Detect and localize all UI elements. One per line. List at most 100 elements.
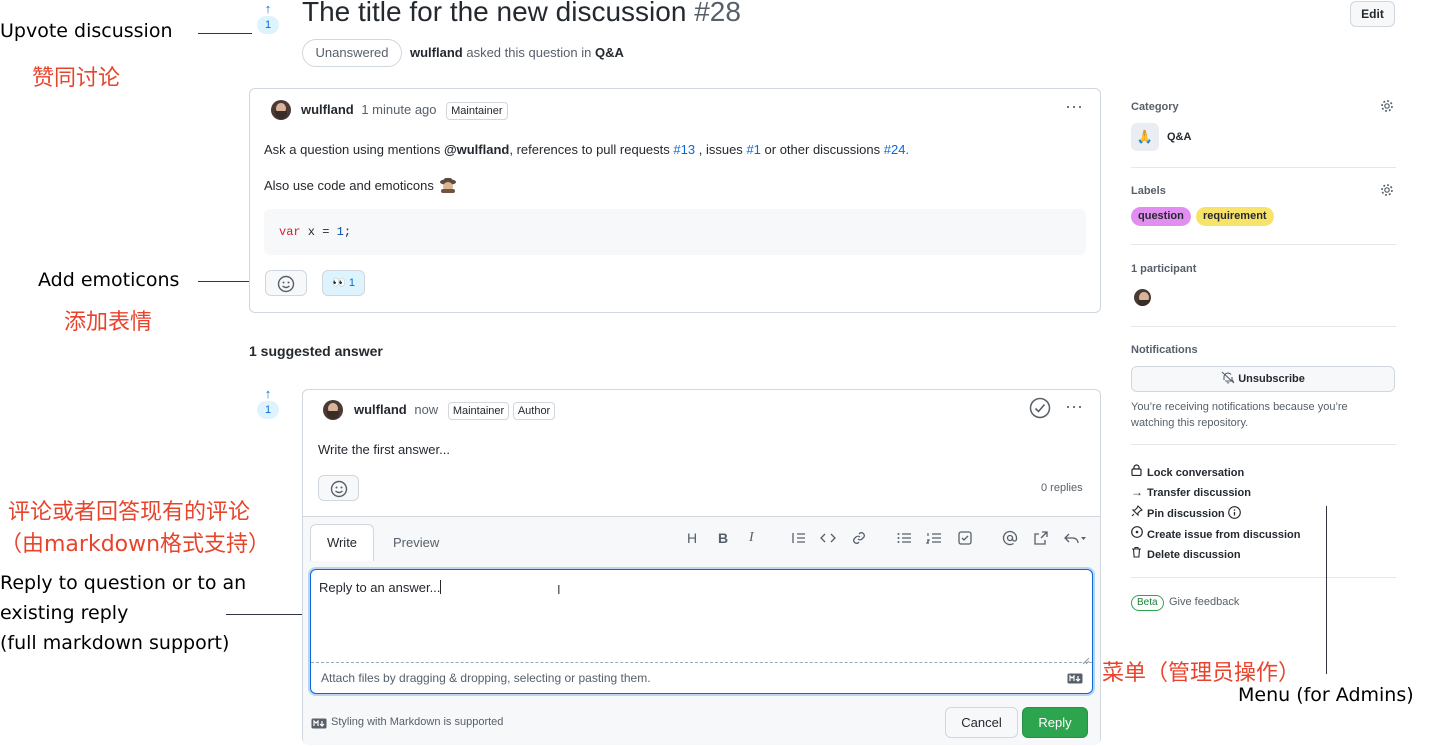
attach-divider [311,662,1092,663]
add-reaction-button[interactable] [265,270,307,296]
delete-discussion-item[interactable]: Delete discussion [1131,546,1241,561]
annotation-pointer [1326,506,1327,674]
code-keyword: var [279,225,301,239]
discussion-post [249,88,1101,313]
reaction-eyes-button[interactable]: 👀 1 [322,270,365,296]
markdown-icon [1067,672,1083,687]
replies-count: 0 replies [1041,482,1083,494]
reply-button[interactable]: Reply [1022,707,1088,738]
gear-icon [1381,100,1393,112]
post-author[interactable]: wulfland [301,102,354,117]
reply-textarea[interactable]: Reply to an answer... I Attach files by … [310,569,1093,694]
cancel-button[interactable]: Cancel [945,707,1018,738]
code-icon [820,533,836,543]
avatar[interactable] [323,400,343,420]
quote-icon [792,533,805,543]
post-header: wulfland 1 minute ago Maintainer [301,102,508,120]
author-link[interactable]: wulfland [410,45,463,60]
category-settings-button[interactable] [1380,99,1394,113]
post-time[interactable]: 1 minute ago [361,102,436,117]
issue-link[interactable]: #1 [746,142,760,157]
annotation-menu-cn: 菜单（管理员操作） [1102,661,1301,686]
lock-conversation-item[interactable]: Lock conversation [1131,464,1244,479]
link-icon [853,532,865,544]
maintainer-badge: Maintainer [446,102,508,120]
annotation-comment-cn: （由markdown格式支持） [0,532,271,557]
labels-heading: Labels [1131,185,1166,197]
quote-button[interactable] [791,530,807,549]
code-line: var x = 1; [279,225,351,239]
avatar[interactable] [271,100,291,120]
menu-label: Create issue from discussion [1147,529,1301,541]
label-requirement[interactable]: requirement [1196,207,1274,226]
discussion-link[interactable]: #24. [884,142,909,157]
bell-slash-icon [1221,371,1235,384]
mention-icon [1002,530,1018,546]
attach-hint[interactable]: Attach files by dragging & dropping, sel… [321,671,651,685]
code-button[interactable] [820,530,836,549]
answer-body: Write the first answer... [318,442,450,457]
tab-write[interactable]: Write [310,524,374,561]
upvote-count: 1 [257,401,279,419]
saved-replies-button[interactable] [1063,530,1087,549]
resize-handle-icon[interactable] [1082,653,1090,668]
code-text: ; [343,225,352,239]
smiley-icon [330,480,347,498]
post-text: , issues [698,142,743,157]
pr-link[interactable]: #13 [673,142,695,157]
markdown-note[interactable]: Styling with Markdown is supported [331,716,503,728]
reply-textarea-value: Reply to an answer... [319,580,442,595]
upvote-discussion-button[interactable]: ↑ 1 [256,2,280,34]
detective-emoji-icon [439,177,457,193]
upvote-answer-button[interactable]: ↑ 1 [256,387,280,419]
link-button[interactable] [851,530,867,549]
pin-icon [1131,505,1147,520]
tab-preview[interactable]: Preview [393,535,439,550]
italic-button[interactable]: I [749,530,754,546]
mention-link[interactable]: @wulfland [444,142,509,157]
post-more-button[interactable]: ··· [1065,96,1083,117]
bullet-list-button[interactable] [896,530,912,549]
gear-icon [1381,184,1393,196]
menu-label: Pin discussion [1147,508,1225,520]
category-emoji-icon: 🙏 [1131,123,1159,151]
notification-reason: You’re receiving notifications because y… [1131,399,1348,431]
edit-button[interactable]: Edit [1350,1,1395,27]
create-issue-item[interactable]: Create issue from discussion [1131,526,1300,541]
participant-avatar[interactable] [1134,289,1151,306]
i-beam-cursor-icon: I [557,582,561,597]
annotation-reply-en: (full markdown support) [0,632,230,654]
category-link[interactable]: Q&A [595,45,624,60]
annotation-pointer [198,33,252,34]
heading-button[interactable]: H [687,530,697,546]
arrow-right-icon: → [1131,485,1143,499]
unsubscribe-label: Unsubscribe [1238,373,1305,385]
bold-button[interactable]: B [718,530,728,546]
issue-icon [1131,526,1147,541]
numbered-list-button[interactable] [925,530,942,549]
pin-discussion-item[interactable]: Pin discussion [1131,505,1241,522]
author-badge: Author [512,402,556,420]
answer-author[interactable]: wulfland [354,402,407,417]
annotation-pointer [198,281,254,282]
transfer-discussion-item[interactable]: → Transfer discussion [1131,485,1251,499]
notification-reason-line: watching this repository. [1131,417,1249,429]
category-link[interactable]: Q&A [1167,131,1191,143]
discussion-number: #28 [694,0,741,27]
cross-reference-button[interactable] [1033,530,1049,549]
menu-label: Lock conversation [1147,467,1245,479]
mark-as-answer-button[interactable] [1029,397,1051,422]
annotation-upvote-en: Upvote discussion [0,20,173,42]
labels-settings-button[interactable] [1380,183,1394,197]
answer-more-button[interactable]: ··· [1065,396,1083,417]
post-text: Also use code and emoticons [264,178,434,193]
mention-button[interactable] [1002,530,1018,549]
unsubscribe-button[interactable]: Unsubscribe [1131,366,1395,392]
post-text: , references to pull requests [509,142,670,157]
task-list-button[interactable] [957,530,973,549]
category-heading: Category [1131,101,1179,113]
label-question[interactable]: question [1131,207,1191,226]
add-reaction-button[interactable] [318,475,359,501]
give-feedback-link[interactable]: Give feedback [1169,596,1239,608]
answer-time[interactable]: now [414,402,438,417]
